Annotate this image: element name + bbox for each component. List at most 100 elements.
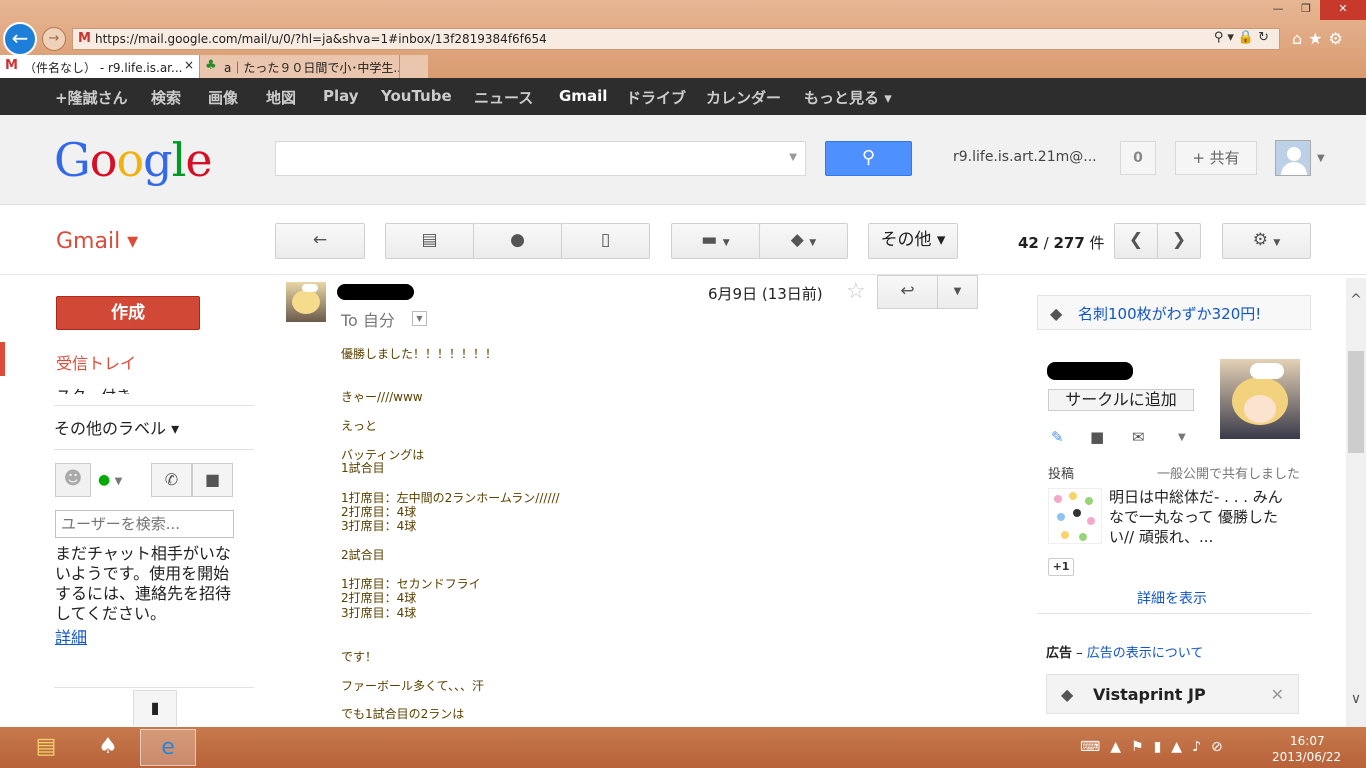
gbar-item-drive[interactable]: ドライブ [626, 87, 686, 108]
search-icon[interactable]: ⚲ [1214, 30, 1228, 45]
reply-options-button[interactable]: ▼ [938, 275, 978, 309]
back-to-inbox-button[interactable]: ← [275, 223, 365, 259]
message-body-line: 2試合目 [341, 548, 385, 562]
restore-button[interactable]: ❐ [1292, 0, 1320, 20]
close-window-button[interactable]: ✕ [1320, 0, 1366, 20]
settings-button[interactable]: ⚙ ▼ [1222, 223, 1311, 259]
star-icon[interactable]: ☆ [846, 279, 866, 304]
show-details-link[interactable]: 詳細を表示 [1137, 588, 1207, 608]
reply-button[interactable]: ↩ [877, 275, 938, 309]
chevron-down-icon[interactable]: ▼ [1317, 153, 1325, 164]
account-avatar[interactable] [1275, 140, 1311, 176]
address-bar[interactable]: M https://mail.google.com/mail/u/0/?hl=j… [72, 28, 1280, 50]
post-thumbnail[interactable] [1048, 488, 1102, 544]
lock-icon[interactable]: 🔒 [1238, 30, 1258, 45]
chevron-down-icon[interactable]: ▼ [1178, 432, 1186, 443]
dropdown-icon[interactable]: ▾ [1227, 30, 1238, 45]
gmail-menu[interactable]: Gmail ▾ [56, 229, 138, 254]
search-input[interactable]: ▼ [275, 141, 806, 176]
archive-button[interactable]: ▤ [385, 223, 474, 259]
sidebar-item-inbox[interactable]: 受信トレイ [56, 350, 136, 374]
browser-tab-gmail[interactable]: M （件名なし） - r9.life.is.ar... × [0, 55, 200, 78]
gbar-item-youtube[interactable]: YouTube [381, 87, 452, 105]
gbar-item-calendar[interactable]: カレンダー [706, 87, 781, 108]
favorites-star-icon[interactable]: ★ [1308, 29, 1328, 48]
chat-more-link[interactable]: 詳細 [55, 624, 87, 648]
chevron-down-icon[interactable]: ∨ [1346, 691, 1366, 711]
forward-button[interactable]: → [42, 27, 66, 51]
account-email[interactable]: r9.life.is.art.21m@... [953, 149, 1097, 165]
internet-explorer-icon[interactable]: e [140, 729, 196, 766]
about-ads-link[interactable]: 広告の表示について [1087, 646, 1204, 661]
clock-time[interactable]: 16:07 [1290, 734, 1325, 748]
contact-profile-image[interactable] [1220, 359, 1300, 439]
gbar-item-profile[interactable]: +隆誠さん [55, 87, 128, 108]
network-icon[interactable]: ▲ [1171, 739, 1192, 755]
chat-user-avatar[interactable]: ☻ [55, 463, 91, 497]
file-explorer-icon[interactable]: ▤ [18, 729, 74, 766]
chevron-down-icon[interactable]: ▼ [412, 311, 427, 326]
address-bar-icons[interactable]: ⚲▾🔒↻ [1214, 30, 1273, 45]
gbar-item-images[interactable]: 画像 [208, 87, 238, 108]
sidebar-item-starred[interactable]: スター付き [56, 385, 131, 394]
more-actions-button[interactable]: その他 ▾ [868, 223, 958, 259]
top-ad-banner[interactable]: ◆ 名刺100枚がわずか320円! [1037, 295, 1311, 330]
post-text[interactable]: 明日は中総体だ- . . . みんなで一丸なって 優勝したい// 頑張れ、... [1109, 487, 1294, 547]
scrollbar-thumb[interactable] [1348, 351, 1364, 453]
back-button[interactable]: ← [3, 22, 37, 56]
newer-button[interactable]: ❮ [1114, 223, 1158, 259]
battery-icon[interactable]: ▮ [1154, 739, 1172, 755]
chat-bubble-icon[interactable]: ▮ [133, 690, 177, 726]
search-button[interactable]: ⚲ [825, 141, 912, 176]
google-logo[interactable]: Google [54, 133, 213, 187]
user-search-input[interactable] [55, 510, 234, 538]
browser-tab-blog[interactable]: ♣ a｜たった９０日間で小･中学生... [200, 55, 400, 78]
refresh-icon[interactable]: ↻ [1258, 30, 1273, 45]
gbar-item-gmail[interactable]: Gmail [559, 87, 607, 105]
move-to-button[interactable]: ▬ ▼ [671, 223, 760, 259]
volume-icon[interactable]: ♪ [1192, 739, 1211, 755]
close-icon[interactable]: ✕ [1271, 685, 1284, 704]
post-share-status: 一般公開で共有しました [1157, 467, 1301, 482]
add-to-circles-button[interactable]: サークルに追加 [1048, 389, 1194, 411]
sender-avatar[interactable] [286, 282, 326, 322]
keyboard-icon[interactable]: ⌨ [1080, 739, 1110, 755]
gbar-item-play[interactable]: Play [323, 87, 359, 105]
new-tab-button[interactable] [400, 55, 428, 78]
video-call-button[interactable]: ■ [192, 463, 233, 497]
blocked-icon[interactable]: ⊘ [1211, 739, 1233, 755]
gbar-item-news[interactable]: ニュース [474, 87, 533, 108]
ad-name[interactable]: Vistaprint JP [1093, 685, 1206, 704]
labels-button[interactable]: ◆ ▼ [759, 223, 848, 259]
delete-button[interactable]: ▯ [561, 223, 650, 259]
flag-icon[interactable]: ⚑ [1131, 739, 1154, 755]
gbar-item-more[interactable]: もっと見る ▾ [804, 87, 892, 108]
solitaire-icon[interactable]: ♠ [80, 729, 136, 766]
voice-call-button[interactable]: ✆ [151, 463, 192, 497]
top-ad-text[interactable]: 名刺100枚がわずか320円! [1078, 303, 1261, 324]
chat-status-selector[interactable]: ● ▼ [98, 472, 122, 488]
gbar-item-maps[interactable]: 地図 [266, 87, 296, 108]
compose-button[interactable]: 作成 [56, 296, 200, 330]
plus-one-button[interactable]: +1 [1048, 558, 1074, 576]
address-url[interactable]: https://mail.google.com/mail/u/0/?hl=ja&… [95, 32, 547, 46]
chevron-up-icon[interactable]: ▲ [1110, 739, 1131, 755]
minimize-button[interactable]: — [1264, 0, 1292, 20]
share-button[interactable]: + 共有 [1175, 141, 1257, 175]
home-icon[interactable]: ⌂ [1292, 29, 1308, 48]
gbar-item-search[interactable]: 検索 [151, 87, 181, 108]
clock-date[interactable]: 2013/06/22 [1272, 750, 1341, 764]
close-tab-icon[interactable]: × [184, 58, 194, 72]
hangout-message-icon[interactable]: ✎ [1051, 428, 1064, 446]
gear-icon[interactable]: ⚙ [1329, 29, 1349, 48]
chevron-up-icon[interactable]: ^ [1346, 292, 1366, 312]
page-scrollbar[interactable]: ^ ∨ [1346, 278, 1366, 727]
chevron-down-icon[interactable]: ▼ [789, 152, 797, 163]
report-spam-button[interactable]: ● [473, 223, 562, 259]
vistaprint-ad[interactable]: ◆ Vistaprint JP ✕ [1046, 674, 1299, 714]
notification-count[interactable]: 0 [1120, 141, 1156, 175]
mail-icon[interactable]: ✉ [1132, 428, 1145, 446]
older-button[interactable]: ❯ [1157, 223, 1201, 259]
video-camera-icon[interactable]: ■ [1090, 428, 1104, 446]
more-labels-toggle[interactable]: その他のラベル ▾ [54, 415, 179, 439]
